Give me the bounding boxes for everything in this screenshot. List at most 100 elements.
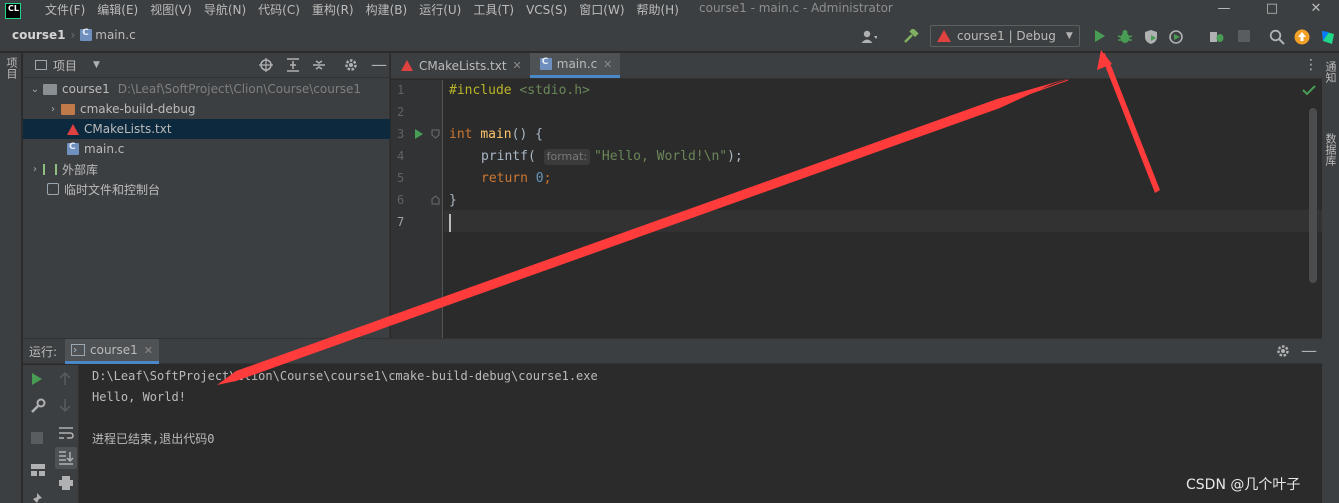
tab-main-c[interactable]: main.c ✕ — [529, 53, 621, 78]
menu-refactor[interactable]: 重构(R) — [312, 0, 354, 21]
more-tabs-icon[interactable]: ⋮ — [1304, 57, 1318, 73]
hammer-icon[interactable] — [903, 29, 919, 45]
tab-cmakelists[interactable]: CMakeLists.txt ✕ — [391, 53, 530, 78]
line-number: 4 — [397, 149, 405, 163]
tree-item-main-c[interactable]: main.c — [23, 139, 390, 159]
chevron-right-icon[interactable]: › — [29, 164, 41, 175]
close-icon[interactable]: ✕ — [603, 58, 612, 71]
stop-icon[interactable] — [30, 431, 46, 447]
folder-icon — [43, 83, 57, 95]
hide-panel-icon[interactable]: — — [371, 55, 387, 74]
console-line-output: Hello, World! — [92, 390, 186, 404]
close-icon[interactable]: ✕ — [513, 59, 522, 72]
down-arrow-icon[interactable] — [59, 398, 75, 414]
project-tool-tab[interactable]: 项目 — [3, 57, 19, 79]
fold-icon[interactable] — [431, 195, 440, 205]
search-icon[interactable] — [1269, 29, 1285, 45]
layout-icon[interactable] — [30, 463, 46, 479]
attach-debugger-icon[interactable] — [1209, 29, 1225, 45]
tree-item-label: 临时文件和控制台 — [64, 182, 161, 197]
breadcrumb-project[interactable]: course1 — [12, 28, 65, 42]
right-tool-stripe: 通知 数据库 — [1322, 53, 1339, 503]
scrollbar-thumb[interactable] — [1309, 108, 1317, 283]
menu-view[interactable]: 视图(V) — [150, 0, 192, 21]
menu-code[interactable]: 代码(C) — [258, 0, 300, 21]
menu-file[interactable]: 文件(F) — [45, 0, 85, 21]
run-configuration-select[interactable]: course1 | Debug ▼ — [930, 25, 1080, 47]
notifications-tool-tab[interactable]: 通知 — [1324, 61, 1338, 83]
run-tab-label: course1 — [90, 343, 138, 357]
run-panel-header: 运行: course1 ✕ — — [23, 339, 1322, 364]
menu-edit[interactable]: 编辑(E) — [97, 0, 138, 21]
locate-icon[interactable] — [259, 58, 273, 72]
tree-item-label: course1 — [62, 82, 110, 96]
hide-panel-icon[interactable]: — — [1301, 341, 1317, 360]
scroll-to-end-icon — [59, 451, 74, 465]
editor-scrollbar[interactable] — [1309, 108, 1317, 338]
jetbrains-toolbox-icon[interactable] — [1320, 29, 1336, 45]
gear-icon[interactable] — [344, 58, 358, 72]
menu-navigate[interactable]: 导航(N) — [204, 0, 246, 21]
clion-logo-icon: CL — [5, 2, 21, 19]
line-number: 1 — [397, 83, 405, 97]
maximize-button[interactable]: □ — [1249, 0, 1295, 21]
menu-tools[interactable]: 工具(T) — [473, 0, 514, 21]
menu-build[interactable]: 构建(B) — [366, 0, 408, 21]
expand-all-icon[interactable] — [286, 58, 300, 72]
database-tool-tab[interactable]: 数据库 — [1324, 133, 1338, 166]
close-window-button[interactable]: ✕ — [1293, 0, 1339, 21]
fold-icon[interactable] — [431, 129, 440, 139]
tree-item-cmakelists[interactable]: CMakeLists.txt — [23, 119, 390, 139]
profiler-icon[interactable] — [1169, 29, 1185, 45]
tree-item-cmake-build-debug[interactable]: › cmake-build-debug — [23, 99, 390, 119]
soft-wrap-icon[interactable] — [58, 425, 74, 441]
run-icon[interactable] — [1093, 29, 1109, 45]
tree-item-label: cmake-build-debug — [80, 102, 196, 116]
scroll-to-end-toggle[interactable] — [55, 447, 77, 469]
stop-icon[interactable] — [1237, 29, 1253, 45]
window-title: course1 - main.c - Administrator — [699, 1, 893, 15]
run-gutter-icon[interactable] — [414, 128, 424, 140]
user-icon[interactable] — [861, 29, 877, 45]
c-file-icon — [80, 28, 93, 41]
minimize-button[interactable]: — — [1201, 0, 1247, 21]
update-icon[interactable] — [1294, 29, 1310, 45]
close-icon[interactable]: ✕ — [144, 344, 153, 357]
collapse-all-icon[interactable] — [312, 58, 326, 72]
console-icon — [71, 344, 85, 356]
pin-icon[interactable] — [30, 492, 46, 503]
c-file-icon — [67, 142, 79, 155]
console-line-command: D:\Leaf\SoftProject\Clion\Course\course1… — [92, 369, 598, 383]
line-number: 7 — [397, 215, 405, 229]
cmake-icon — [401, 60, 413, 71]
debug-icon[interactable] — [1117, 29, 1133, 45]
menu-run[interactable]: 运行(U) — [419, 0, 461, 21]
menu-window[interactable]: 窗口(W) — [579, 0, 624, 21]
tree-item-external-libraries[interactable]: › 外部库 — [23, 159, 390, 179]
up-arrow-icon[interactable] — [59, 372, 75, 388]
tree-item-scratches[interactable]: 临时文件和控制台 — [23, 179, 390, 199]
chevron-right-icon[interactable]: › — [47, 104, 59, 115]
check-icon[interactable] — [1302, 84, 1316, 96]
menu-help[interactable]: 帮助(H) — [637, 0, 679, 21]
rerun-icon[interactable] — [30, 372, 46, 388]
coverage-icon[interactable] — [1143, 29, 1159, 45]
code-editor[interactable]: #include <stdio.h> int main() { printf( … — [444, 80, 1322, 338]
run-tab-course1[interactable]: course1 ✕ — [65, 339, 159, 364]
wrench-icon[interactable] — [30, 398, 46, 414]
parameter-hint: format: — [543, 149, 591, 165]
tab-label: CMakeLists.txt — [419, 58, 507, 73]
gear-icon[interactable] — [1276, 344, 1290, 358]
project-panel-title[interactable]: 项目 — [53, 57, 77, 74]
left-tool-stripe: 项目 — [0, 53, 22, 503]
print-icon[interactable] — [58, 475, 74, 491]
scratch-icon — [47, 183, 59, 195]
tree-item-course1[interactable]: ⌄ course1 D:\Leaf\SoftProject\Clion\Cour… — [23, 79, 390, 99]
chevron-down-icon[interactable]: ⌄ — [29, 84, 41, 95]
breadcrumb-separator: › — [70, 28, 76, 42]
menu-vcs[interactable]: VCS(S) — [526, 0, 567, 21]
run-panel: 运行: course1 ✕ — D:\Leaf\SoftProject\Clio… — [23, 338, 1322, 503]
line-number: 2 — [397, 105, 405, 119]
breadcrumb-file[interactable]: main.c — [95, 28, 135, 42]
chevron-down-icon[interactable]: ▼ — [93, 60, 100, 70]
